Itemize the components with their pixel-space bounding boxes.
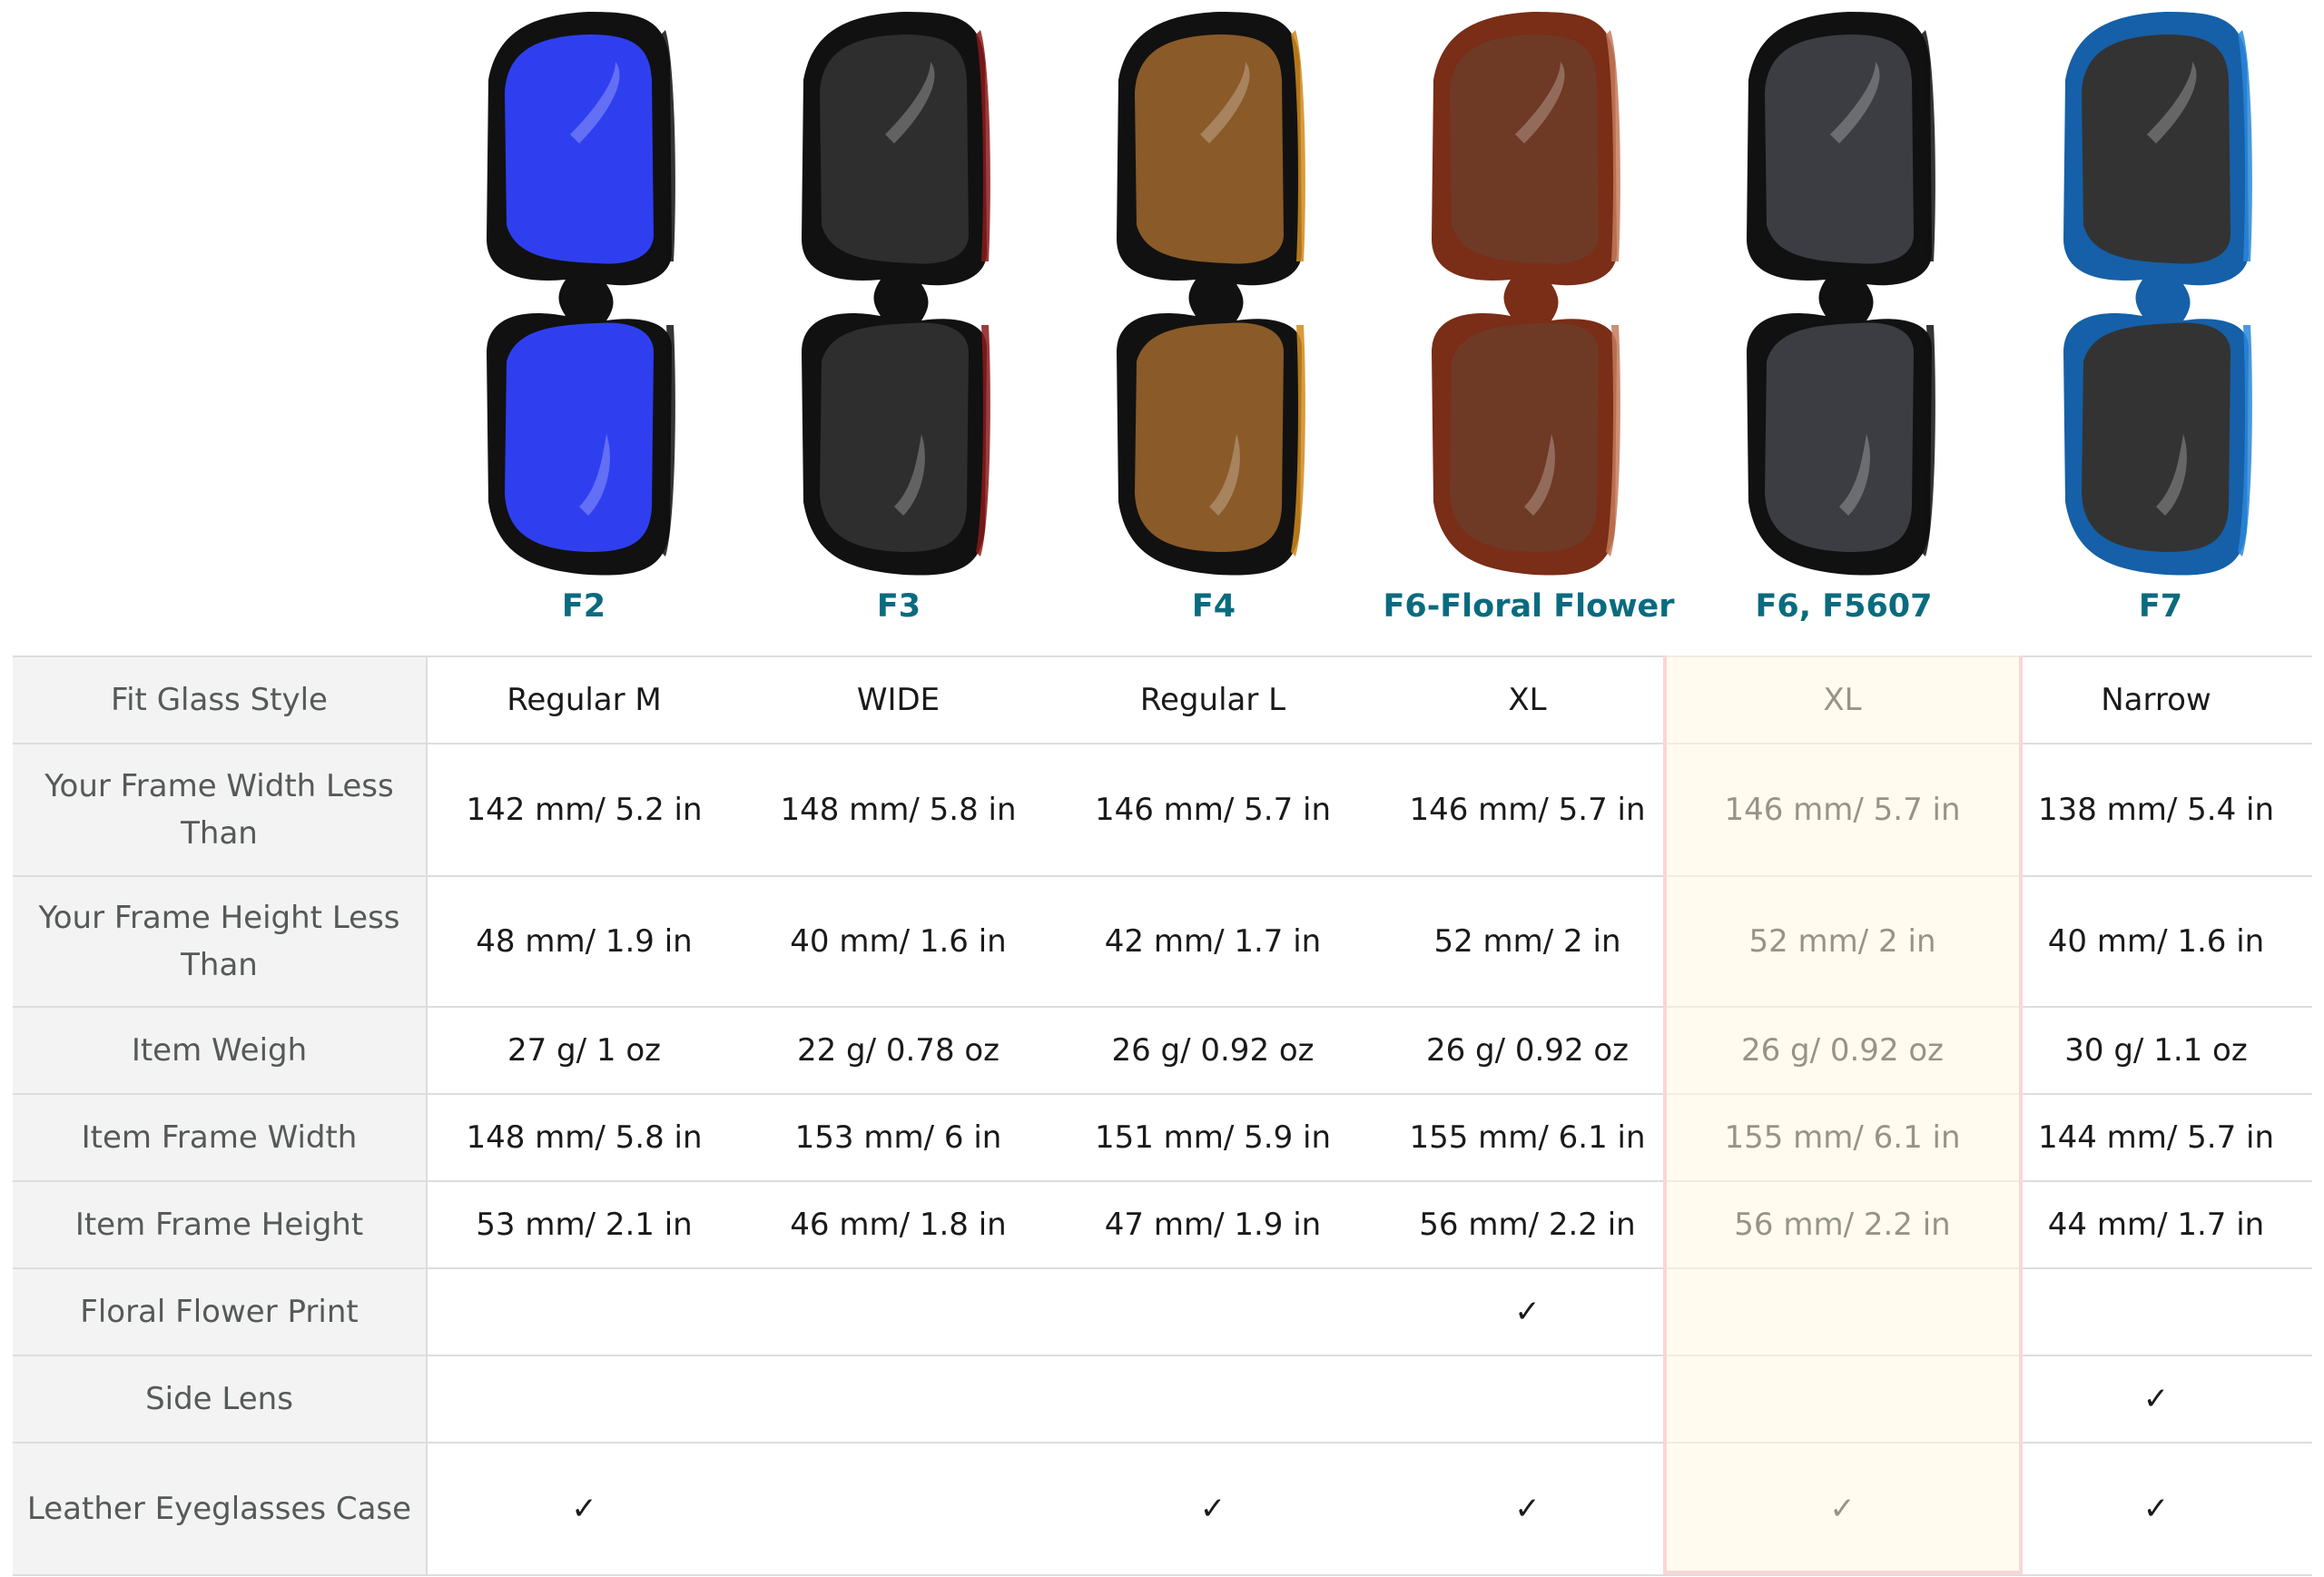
table-cell: 30 g/ 1.1 oz [2000, 1006, 2312, 1095]
product-column: F3 [744, 0, 1053, 655]
check-icon: ✓ [1370, 1442, 1685, 1576]
row-label: Side Lens [13, 1355, 428, 1444]
table-cell: 146 mm/ 5.7 in [1056, 743, 1370, 877]
table-cell: 151 mm/ 5.9 in [1056, 1093, 1370, 1182]
table-row: Your Frame Height Less Than 48 mm/ 1.9 in… [13, 875, 2312, 1008]
table-cell [1370, 1355, 1685, 1444]
row-label: Your Frame Height Less Than [13, 875, 428, 1008]
table-cell: 47 mm/ 1.9 in [1056, 1180, 1370, 1269]
sunglasses-image[interactable] [1424, 7, 1633, 579]
sunglasses-image[interactable] [794, 7, 1003, 579]
table-cell: 148 mm/ 5.8 in [741, 743, 1056, 877]
table-row: Fit Glass Style Regular M WIDE Regular L XL X… [13, 655, 2312, 744]
row-label: Leather Eyeglasses Case [13, 1442, 428, 1576]
table-cell [427, 1267, 741, 1356]
table-cell: 142 mm/ 5.2 in [427, 743, 741, 877]
product-column: F6, F5607 [1689, 0, 1998, 655]
table-cell [427, 1355, 741, 1444]
table-cell: 40 mm/ 1.6 in [741, 875, 1056, 1008]
table-cell: WIDE [741, 655, 1056, 744]
product-column: F7 [2006, 0, 2315, 655]
sunglasses-image[interactable] [1109, 7, 1318, 579]
check-icon: ✓ [1056, 1442, 1370, 1576]
table-row: Your Frame Width Less Than 142 mm/ 5.2 in… [13, 743, 2312, 877]
table-cell: 26 g/ 0.92 oz [1056, 1006, 1370, 1095]
table-row: Floral Flower Print ✓ [13, 1267, 2312, 1356]
table-cell: 146 mm/ 5.7 in [1370, 743, 1685, 877]
table-cell: Regular L [1056, 655, 1370, 744]
table-cell [2000, 1267, 2312, 1356]
sunglasses-image[interactable] [479, 7, 688, 579]
table-cell: 56 mm/ 2.2 in [1685, 1180, 2000, 1269]
table-cell: 153 mm/ 6 in [741, 1093, 1056, 1182]
product-name-link[interactable]: F3 [744, 588, 1053, 625]
product-name-link[interactable]: F6-Floral Flower [1374, 588, 1683, 625]
product-column: F4 [1059, 0, 1368, 655]
table-row: Side Lens ✓ [13, 1355, 2312, 1444]
product-name-link[interactable]: F4 [1059, 588, 1368, 625]
table-cell: 52 mm/ 2 in [1370, 875, 1685, 1008]
row-label: Item Frame Height [13, 1180, 428, 1269]
table-cell: 40 mm/ 1.6 in [2000, 875, 2312, 1008]
table-cell: 144 mm/ 5.7 in [2000, 1093, 2312, 1182]
table-row: Item Frame Height 53 mm/ 2.1 in 46 mm/ 1.8… [13, 1180, 2312, 1269]
table-cell: 27 g/ 1 oz [427, 1006, 741, 1095]
table-cell [1056, 1355, 1370, 1444]
product-header: F2 F3 F4 F6-Floral Flower F6, F5607 F7 [0, 0, 2324, 655]
table-cell: 148 mm/ 5.8 in [427, 1093, 741, 1182]
table-row: Item Frame Width 148 mm/ 5.8 in 153 mm/ 6 … [13, 1093, 2312, 1182]
table-cell [1685, 1267, 2000, 1356]
check-icon: ✓ [427, 1442, 741, 1576]
row-label: Item Frame Width [13, 1093, 428, 1182]
table-cell: 26 g/ 0.92 oz [1370, 1006, 1685, 1095]
sunglasses-image[interactable] [1739, 7, 1948, 579]
check-icon: ✓ [2000, 1442, 2312, 1576]
table-cell: 26 g/ 0.92 oz [1685, 1006, 2000, 1095]
table-cell [741, 1442, 1056, 1576]
table-cell: 48 mm/ 1.9 in [427, 875, 741, 1008]
table-cell [1685, 1355, 2000, 1444]
table-row: Leather Eyeglasses Case ✓ ✓ ✓ ✓ ✓ [13, 1442, 2312, 1576]
table-row: Item Weigh 27 g/ 1 oz 22 g/ 0.78 oz 26 g/ 0… [13, 1006, 2312, 1095]
row-label: Your Frame Width Less Than [13, 743, 428, 877]
product-name-link[interactable]: F7 [2006, 588, 2315, 625]
product-column: F6-Floral Flower [1374, 0, 1683, 655]
check-icon: ✓ [1685, 1442, 2000, 1576]
table-cell: 155 mm/ 6.1 in [1370, 1093, 1685, 1182]
product-column: F2 [429, 0, 738, 655]
check-icon: ✓ [2000, 1355, 2312, 1444]
table-cell: Regular M [427, 655, 741, 744]
row-label: Floral Flower Print [13, 1267, 428, 1356]
table-cell: 155 mm/ 6.1 in [1685, 1093, 2000, 1182]
table-cell: 53 mm/ 2.1 in [427, 1180, 741, 1269]
table-cell: 146 mm/ 5.7 in [1685, 743, 2000, 877]
table-cell: XL [1685, 655, 2000, 744]
table-cell: XL [1370, 655, 1685, 744]
row-label: Item Weigh [13, 1006, 428, 1095]
row-label: Fit Glass Style [13, 655, 428, 744]
table-cell [741, 1267, 1056, 1356]
table-cell: 22 g/ 0.78 oz [741, 1006, 1056, 1095]
table-cell [1056, 1267, 1370, 1356]
product-name-link[interactable]: F2 [429, 588, 738, 625]
product-name-link[interactable]: F6, F5607 [1689, 588, 1998, 625]
table-cell: 42 mm/ 1.7 in [1056, 875, 1370, 1008]
sunglasses-image[interactable] [2056, 7, 2265, 579]
check-icon: ✓ [1370, 1267, 1685, 1356]
table-cell: 56 mm/ 2.2 in [1370, 1180, 1685, 1269]
table-cell: Narrow [2000, 655, 2312, 744]
comparison-table: Fit Glass Style Regular M WIDE Regular L XL X… [13, 655, 2312, 1576]
table-cell: 52 mm/ 2 in [1685, 875, 2000, 1008]
table-cell: 138 mm/ 5.4 in [2000, 743, 2312, 877]
table-cell: 46 mm/ 1.8 in [741, 1180, 1056, 1269]
table-cell [741, 1355, 1056, 1444]
table-cell: 44 mm/ 1.7 in [2000, 1180, 2312, 1269]
